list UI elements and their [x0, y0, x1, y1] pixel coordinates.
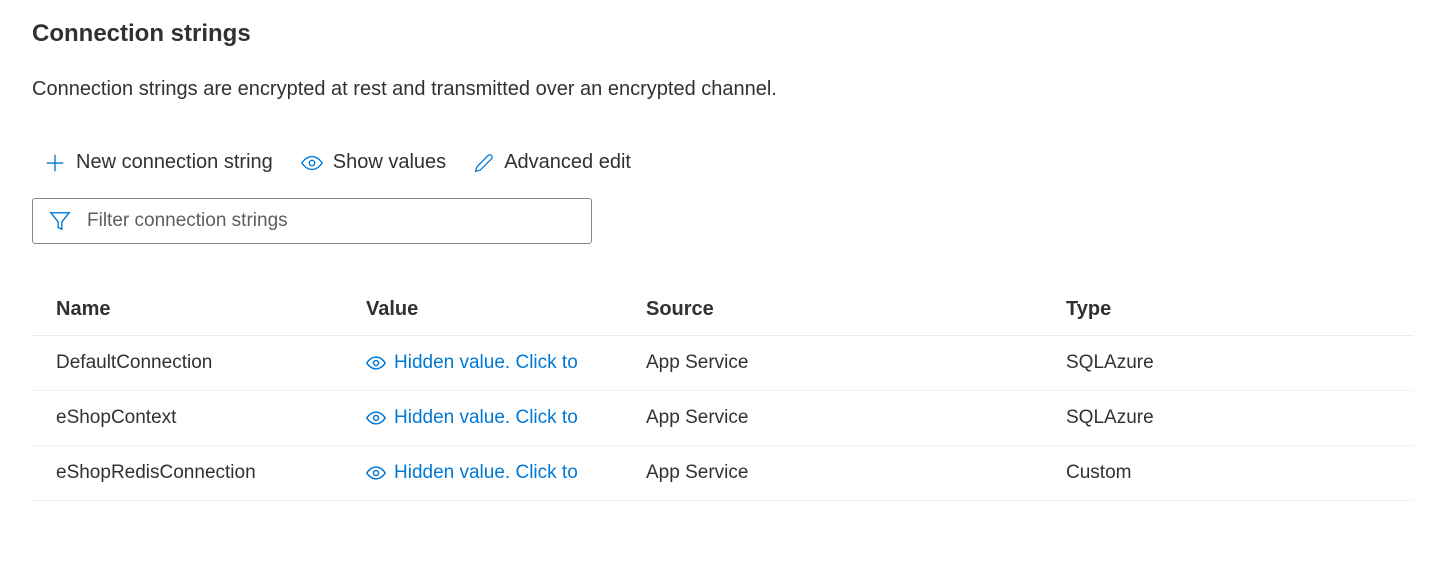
- new-connection-string-button[interactable]: New connection string: [44, 151, 273, 174]
- cell-value[interactable]: Hidden value. Click to: [366, 462, 646, 484]
- connection-strings-table: Name Value Source Type DefaultConnection…: [32, 284, 1414, 501]
- advanced-edit-button[interactable]: Advanced edit: [474, 151, 631, 174]
- hidden-value-link: Hidden value. Click to: [394, 352, 578, 374]
- table-row[interactable]: eShopRedisConnection Hidden value. Click…: [32, 446, 1414, 501]
- section-description: Connection strings are encrypted at rest…: [32, 78, 1414, 101]
- section-title: Connection strings: [32, 20, 1414, 48]
- cell-type: SQLAzure: [1066, 407, 1390, 429]
- cell-name: eShopContext: [56, 407, 366, 429]
- filter-input[interactable]: [87, 210, 575, 232]
- show-values-button[interactable]: Show values: [301, 151, 446, 174]
- header-value: Value: [366, 298, 646, 321]
- cell-name: eShopRedisConnection: [56, 462, 366, 484]
- filter-icon: [49, 210, 71, 232]
- eye-icon: [301, 155, 323, 171]
- cell-type: SQLAzure: [1066, 352, 1390, 374]
- eye-icon: [366, 356, 386, 370]
- cell-value[interactable]: Hidden value. Click to: [366, 352, 646, 374]
- eye-icon: [366, 466, 386, 480]
- cell-source: App Service: [646, 352, 1066, 374]
- eye-icon: [366, 411, 386, 425]
- hidden-value-link: Hidden value. Click to: [394, 407, 578, 429]
- pencil-icon: [474, 153, 494, 173]
- filter-box[interactable]: [32, 198, 592, 244]
- cell-source: App Service: [646, 407, 1066, 429]
- hidden-value-link: Hidden value. Click to: [394, 462, 578, 484]
- table-header: Name Value Source Type: [32, 284, 1414, 336]
- cell-value[interactable]: Hidden value. Click to: [366, 407, 646, 429]
- show-values-label: Show values: [333, 151, 446, 174]
- cell-source: App Service: [646, 462, 1066, 484]
- table-row[interactable]: DefaultConnection Hidden value. Click to…: [32, 336, 1414, 391]
- table-row[interactable]: eShopContext Hidden value. Click to App …: [32, 391, 1414, 446]
- advanced-edit-label: Advanced edit: [504, 151, 631, 174]
- plus-icon: [44, 152, 66, 174]
- cell-name: DefaultConnection: [56, 352, 366, 374]
- cell-type: Custom: [1066, 462, 1390, 484]
- new-connection-string-label: New connection string: [76, 151, 273, 174]
- toolbar: New connection string Show values Advanc…: [32, 151, 1414, 174]
- header-name: Name: [56, 298, 366, 321]
- header-type: Type: [1066, 298, 1390, 321]
- header-source: Source: [646, 298, 1066, 321]
